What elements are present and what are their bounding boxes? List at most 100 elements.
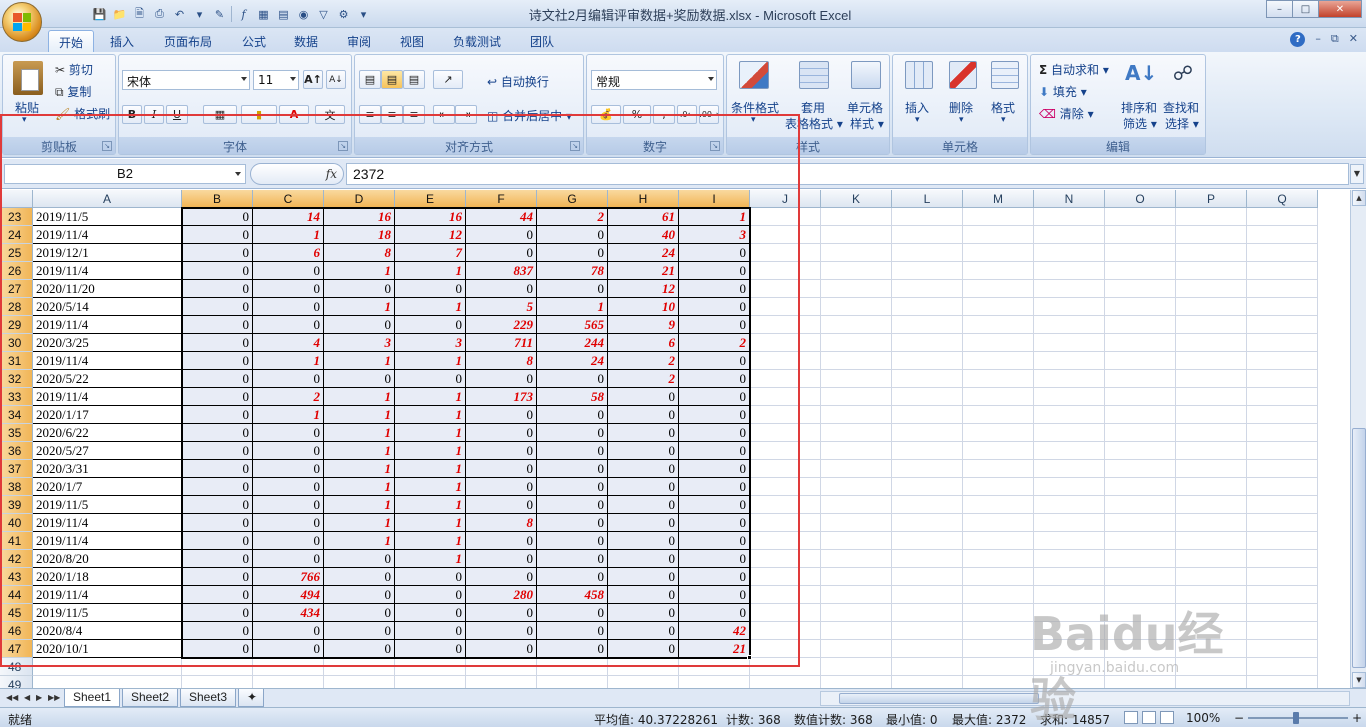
undo-dropdown-icon[interactable]: ▾	[191, 6, 208, 23]
increase-indent-icon[interactable]: ⇥	[455, 105, 477, 124]
chart-icon[interactable]: ◉	[295, 6, 312, 23]
row-header[interactable]: 26	[0, 262, 33, 280]
cell-styles-icon[interactable]	[851, 61, 881, 89]
cell-b39[interactable]: 0	[182, 496, 253, 514]
cell-l45[interactable]	[892, 604, 963, 622]
cell-g41[interactable]: 0	[537, 532, 608, 550]
cell-o42[interactable]	[1105, 550, 1176, 568]
increase-decimal-icon[interactable]: .0←	[677, 105, 697, 124]
cell-c34[interactable]: 1	[253, 406, 324, 424]
cell-d33[interactable]: 1	[324, 388, 395, 406]
cell-j24[interactable]	[750, 226, 821, 244]
tab-data[interactable]: 数据	[284, 30, 328, 52]
cell-k39[interactable]	[821, 496, 892, 514]
column-header-l[interactable]: L	[892, 190, 963, 208]
cell-b46[interactable]: 0	[182, 622, 253, 640]
cell-a46[interactable]: 2020/8/4	[33, 622, 182, 640]
cell-d32[interactable]: 0	[324, 370, 395, 388]
cell-o39[interactable]	[1105, 496, 1176, 514]
cell-e43[interactable]: 0	[395, 568, 466, 586]
cell-b38[interactable]: 0	[182, 478, 253, 496]
cell-j39[interactable]	[750, 496, 821, 514]
format-painter-button[interactable]: 🖌 格式刷	[55, 105, 110, 122]
cell-p34[interactable]	[1176, 406, 1247, 424]
customize-qat-icon[interactable]: ▾	[355, 6, 372, 23]
cell-m30[interactable]	[963, 334, 1034, 352]
cell-i36[interactable]: 0	[679, 442, 750, 460]
cell-m44[interactable]	[963, 586, 1034, 604]
cell-d27[interactable]: 0	[324, 280, 395, 298]
cell-d26[interactable]: 1	[324, 262, 395, 280]
cell-b26[interactable]: 0	[182, 262, 253, 280]
cell-n30[interactable]	[1034, 334, 1105, 352]
row-header[interactable]: 40	[0, 514, 33, 532]
cell-q38[interactable]	[1247, 478, 1318, 496]
cell-a28[interactable]: 2020/5/14	[33, 298, 182, 316]
cell-n27[interactable]	[1034, 280, 1105, 298]
cell-a30[interactable]: 2020/3/25	[33, 334, 182, 352]
fill-handle[interactable]	[747, 655, 752, 660]
cell-g23[interactable]: 2	[537, 208, 608, 226]
cell-e35[interactable]: 1	[395, 424, 466, 442]
cell-i27[interactable]: 0	[679, 280, 750, 298]
sheet-tab-3[interactable]: Sheet3	[180, 689, 237, 707]
cell-n31[interactable]	[1034, 352, 1105, 370]
column-header-q[interactable]: Q	[1247, 190, 1318, 208]
cell-n32[interactable]	[1034, 370, 1105, 388]
first-sheet-icon[interactable]: ◀◀	[6, 693, 18, 702]
bold-button[interactable]: B	[122, 105, 142, 124]
cell-q25[interactable]	[1247, 244, 1318, 262]
cell-i29[interactable]: 0	[679, 316, 750, 334]
cell-f43[interactable]: 0	[466, 568, 537, 586]
cell-d39[interactable]: 1	[324, 496, 395, 514]
cell-m43[interactable]	[963, 568, 1034, 586]
cell-h44[interactable]: 0	[608, 586, 679, 604]
cell-g32[interactable]: 0	[537, 370, 608, 388]
cell-d47[interactable]: 0	[324, 640, 395, 658]
cell-a29[interactable]: 2019/11/4	[33, 316, 182, 334]
cell-f25[interactable]: 0	[466, 244, 537, 262]
cell-d48[interactable]	[324, 658, 395, 676]
cell-i32[interactable]: 0	[679, 370, 750, 388]
cell-k28[interactable]	[821, 298, 892, 316]
cell-c27[interactable]: 0	[253, 280, 324, 298]
cell-g33[interactable]: 58	[537, 388, 608, 406]
cell-d49[interactable]	[324, 676, 395, 688]
cell-l27[interactable]	[892, 280, 963, 298]
cell-g38[interactable]: 0	[537, 478, 608, 496]
find-select-button-2[interactable]: 选择 ▾	[1165, 115, 1199, 132]
cell-m32[interactable]	[963, 370, 1034, 388]
cell-d25[interactable]: 8	[324, 244, 395, 262]
cell-q42[interactable]	[1247, 550, 1318, 568]
cell-d31[interactable]: 1	[324, 352, 395, 370]
cell-f42[interactable]: 0	[466, 550, 537, 568]
cell-o38[interactable]	[1105, 478, 1176, 496]
cell-p39[interactable]	[1176, 496, 1247, 514]
cell-p33[interactable]	[1176, 388, 1247, 406]
cell-e34[interactable]: 1	[395, 406, 466, 424]
cell-b37[interactable]: 0	[182, 460, 253, 478]
vertical-scroll-thumb[interactable]	[1352, 428, 1366, 668]
ribbon-close-icon[interactable]: ✕	[1349, 32, 1358, 47]
column-header-m[interactable]: M	[963, 190, 1034, 208]
currency-icon[interactable]: 💰	[591, 105, 621, 124]
cell-o41[interactable]	[1105, 532, 1176, 550]
cell-i43[interactable]: 0	[679, 568, 750, 586]
cell-f37[interactable]: 0	[466, 460, 537, 478]
cell-h30[interactable]: 6	[608, 334, 679, 352]
cell-i38[interactable]: 0	[679, 478, 750, 496]
next-sheet-icon[interactable]: ▶	[36, 693, 42, 702]
cell-i47[interactable]: 21	[679, 640, 750, 658]
cell-o24[interactable]	[1105, 226, 1176, 244]
find-select-button-1[interactable]: 查找和	[1163, 99, 1199, 116]
format-cells-button[interactable]: 格式	[991, 99, 1015, 116]
cell-l30[interactable]	[892, 334, 963, 352]
cell-d23[interactable]: 16	[324, 208, 395, 226]
cell-i34[interactable]: 0	[679, 406, 750, 424]
cell-b45[interactable]: 0	[182, 604, 253, 622]
decrease-decimal-icon[interactable]: .00→	[699, 105, 719, 124]
cell-h31[interactable]: 2	[608, 352, 679, 370]
cell-k45[interactable]	[821, 604, 892, 622]
cell-p32[interactable]	[1176, 370, 1247, 388]
row-header[interactable]: 34	[0, 406, 33, 424]
